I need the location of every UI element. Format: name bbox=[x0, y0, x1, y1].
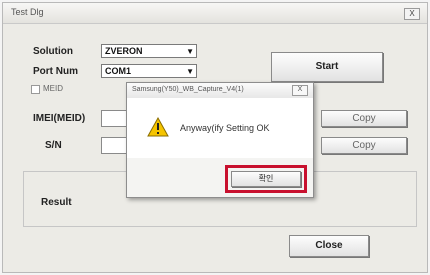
close-button[interactable]: Close bbox=[289, 235, 369, 257]
start-button[interactable]: Start bbox=[271, 52, 383, 82]
warning-icon bbox=[147, 117, 169, 137]
meid-checkbox-label: MEID bbox=[43, 84, 63, 93]
chevron-down-icon[interactable]: ▼ bbox=[186, 46, 194, 58]
dialog-body: Anyway(ify Setting OK bbox=[127, 98, 313, 158]
dialog-title-bar: Samsung(Y50)_WB_Capture_V4(1) X bbox=[127, 83, 313, 99]
window-title: Test Dlg bbox=[11, 7, 44, 17]
port-label: Port Num bbox=[33, 66, 78, 77]
dialog-close-button[interactable]: X bbox=[292, 85, 308, 96]
imei-copy-button[interactable]: Copy bbox=[321, 110, 407, 127]
solution-label: Solution bbox=[33, 46, 73, 57]
window-close-button[interactable]: X bbox=[404, 8, 420, 20]
solution-value: ZVERON bbox=[105, 46, 143, 56]
dialog-title: Samsung(Y50)_WB_Capture_V4(1) bbox=[132, 86, 244, 93]
solution-combo[interactable]: ZVERON ▼ bbox=[101, 44, 197, 58]
chevron-down-icon[interactable]: ▼ bbox=[186, 66, 194, 78]
ok-button[interactable]: 확인 bbox=[231, 171, 301, 187]
imei-label: IMEI(MEID) bbox=[33, 113, 86, 124]
dialog-message: Anyway(ify Setting OK bbox=[180, 123, 270, 133]
message-dialog: Samsung(Y50)_WB_Capture_V4(1) X Anyway(i… bbox=[126, 82, 314, 198]
sn-label: S/N bbox=[45, 140, 62, 151]
title-bar: Test Dlg X bbox=[3, 3, 427, 24]
result-label: Result bbox=[41, 197, 72, 208]
meid-checkbox[interactable] bbox=[31, 85, 40, 94]
port-combo[interactable]: COM1 ▼ bbox=[101, 64, 197, 78]
sn-copy-button[interactable]: Copy bbox=[321, 137, 407, 154]
port-value: COM1 bbox=[105, 66, 132, 76]
